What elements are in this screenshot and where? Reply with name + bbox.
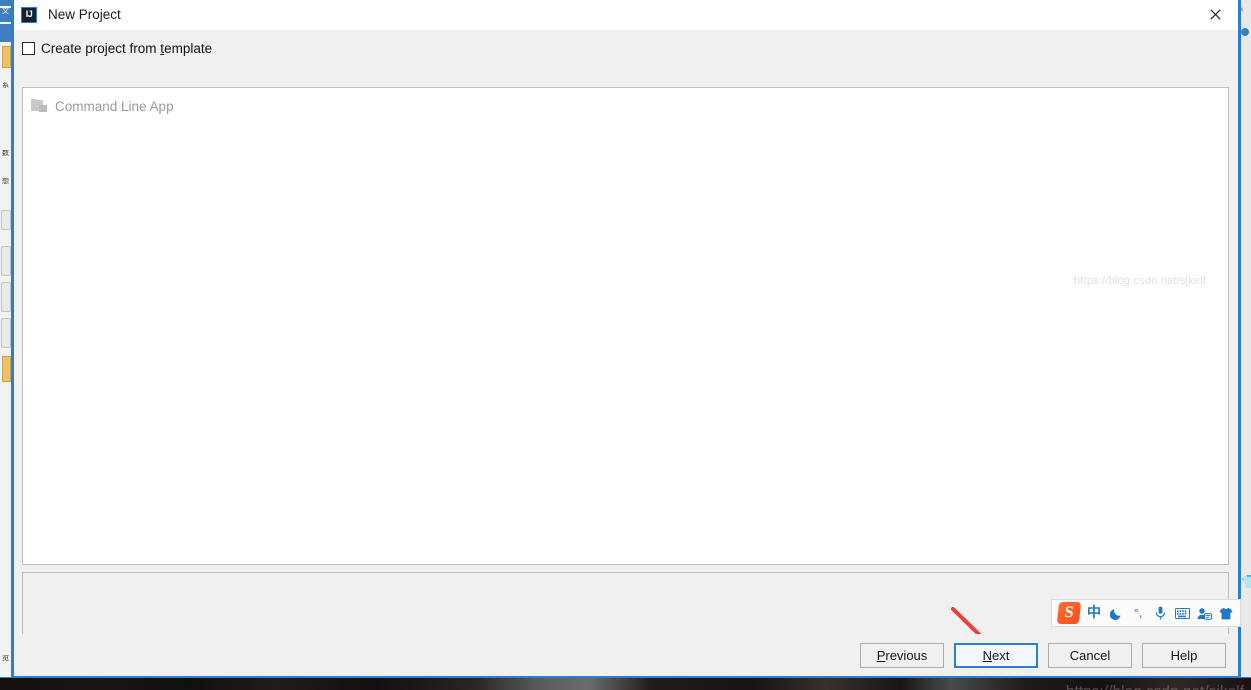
chinese-mode-icon[interactable]: 中 [1086,606,1102,620]
dialog-title: New Project [48,7,121,22]
previous-button[interactable]: Previous [860,642,944,668]
screen-root: 文 系 数 想 览 ‹ 👕 IJ New Project Create proj… [0,0,1251,690]
help-button[interactable]: Help [1142,642,1226,668]
user-card-icon[interactable] [1196,607,1212,620]
punctuation-icon[interactable]: °, [1130,608,1146,619]
list-item[interactable]: Command Line App [23,95,1228,117]
dialog-body: Create project from template Command Lin… [14,30,1244,690]
skin-icon-right[interactable]: 👕 [1241,575,1251,590]
create-from-template-checkbox[interactable] [22,41,35,55]
sogou-logo-icon[interactable]: S [1056,602,1082,624]
close-icon[interactable] [1192,0,1238,29]
moon-icon[interactable] [1108,607,1124,620]
soft-keyboard-icon[interactable] [1174,607,1190,619]
voice-input-icon[interactable] [1152,606,1168,620]
skin-icon[interactable] [1218,607,1234,620]
create-from-template-label: Create project from template [41,40,213,56]
project-template-list[interactable]: Command Line App [22,87,1229,565]
status-dot-icon [1241,28,1249,36]
folder-icon [31,99,48,113]
create-from-template-row[interactable]: Create project from template [22,38,212,58]
new-project-dialog: IJ New Project Create project from templ… [13,0,1244,690]
list-item-label: Command Line App [55,98,174,114]
next-button[interactable]: Next [954,642,1038,668]
chevron-left-icon[interactable]: ‹ [1240,5,1244,15]
intellij-app-icon: IJ [21,6,37,23]
dialog-button-bar: Previous Next Cancel Help [14,634,1238,676]
dialog-titlebar: IJ New Project [14,0,1238,30]
sogou-input-method-toolbar[interactable]: S 中 °, [1051,599,1241,627]
cancel-button[interactable]: Cancel [1048,642,1132,668]
desktop-taskbar-strip [0,678,1251,690]
